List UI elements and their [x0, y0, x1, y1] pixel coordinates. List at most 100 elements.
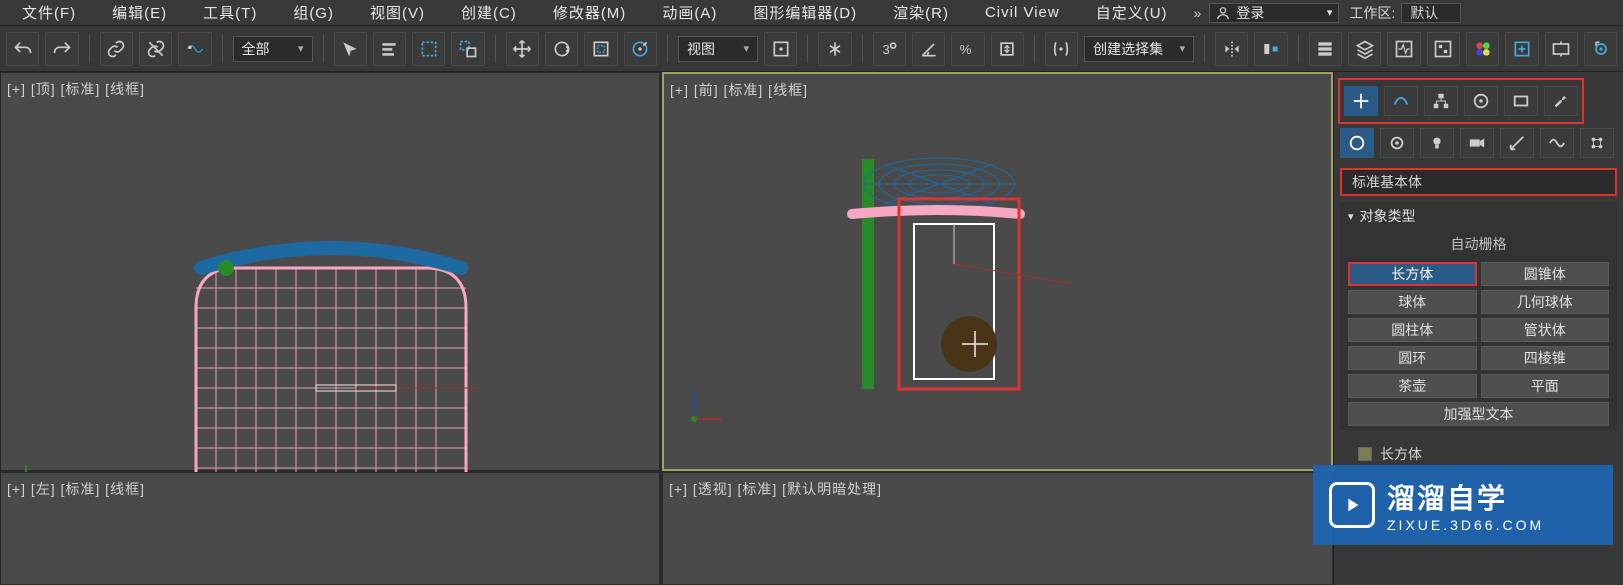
rotate-button[interactable]	[545, 32, 578, 66]
hierarchy-tab[interactable]	[1424, 86, 1458, 116]
menu-customize[interactable]: 自定义(U)	[1078, 0, 1186, 25]
object-type-rollout: 对象类型 自动栅格 长方体 圆锥体 球体 几何球体 圆柱体 管状体 圆环 四棱锥…	[1340, 202, 1617, 430]
watermark-subtitle: ZIXUE.3D66.COM	[1387, 517, 1544, 533]
create-tab[interactable]	[1344, 86, 1378, 116]
menu-more-icon[interactable]: »	[1186, 5, 1210, 21]
auto-grid-checkbox[interactable]: 自动栅格	[1340, 230, 1617, 258]
render-frame-button[interactable]	[1545, 32, 1578, 66]
spinner-snap-button[interactable]	[991, 32, 1024, 66]
viewport-left[interactable]: [+] [左] [标准] [线框]	[0, 472, 660, 585]
menu-create[interactable]: 创建(C)	[443, 0, 535, 25]
menu-tools[interactable]: 工具(T)	[185, 0, 275, 25]
manipulate-button[interactable]	[818, 32, 851, 66]
menu-graph[interactable]: 图形编辑器(D)	[735, 0, 875, 25]
box-button[interactable]: 长方体	[1348, 262, 1477, 286]
ref-coord-dropdown[interactable]: 视图	[678, 36, 758, 62]
region-rect-button[interactable]	[412, 32, 445, 66]
viewport-perspective[interactable]: [+] [透视] [标准] [默认明暗处理]	[662, 472, 1333, 585]
mirror-button[interactable]	[1215, 32, 1248, 66]
material-editor-button[interactable]	[1466, 32, 1499, 66]
render-setup-button[interactable]	[1505, 32, 1538, 66]
undo-button[interactable]	[6, 32, 39, 66]
watermark: 溜溜自学 ZIXUE.3D66.COM	[1313, 465, 1613, 545]
display-tab[interactable]	[1504, 86, 1538, 116]
torus-button[interactable]: 圆环	[1348, 346, 1477, 370]
link-button[interactable]	[100, 32, 133, 66]
cameras-category[interactable]	[1460, 128, 1494, 158]
teapot-button[interactable]: 茶壶	[1348, 374, 1477, 398]
sphere-button[interactable]: 球体	[1348, 290, 1477, 314]
lights-category[interactable]	[1420, 128, 1454, 158]
utilities-tab[interactable]	[1544, 86, 1578, 116]
menu-bar: 文件(F) 编辑(E) 工具(T) 组(G) 视图(V) 创建(C) 修改器(M…	[0, 0, 1623, 26]
spacewarps-category[interactable]	[1540, 128, 1574, 158]
schematic-view-button[interactable]	[1427, 32, 1460, 66]
layer-button[interactable]	[1348, 32, 1381, 66]
viewport-area: [+] [顶] [标准] [线框]	[0, 72, 1333, 585]
curve-editor-button[interactable]	[1387, 32, 1420, 66]
user-icon	[1216, 6, 1230, 20]
scale-button[interactable]	[584, 32, 617, 66]
modify-tab[interactable]	[1384, 86, 1418, 116]
textplus-button[interactable]: 加强型文本	[1348, 402, 1609, 426]
viewport-top[interactable]: [+] [顶] [标准] [线框]	[0, 72, 660, 471]
watermark-logo-icon	[1329, 482, 1375, 528]
percent-snap-button[interactable]: %	[951, 32, 984, 66]
tube-button[interactable]: 管状体	[1481, 318, 1610, 342]
pivot-button[interactable]	[764, 32, 797, 66]
viewport-top-scene	[1, 73, 661, 472]
unlink-button[interactable]	[139, 32, 172, 66]
window-crossing-button[interactable]	[451, 32, 484, 66]
selection-filter-dropdown[interactable]: 全部	[233, 36, 313, 62]
object-type-header[interactable]: 对象类型	[1340, 202, 1617, 230]
command-panel-tabs	[1342, 82, 1580, 120]
svg-text:%: %	[960, 42, 972, 57]
helpers-category[interactable]	[1500, 128, 1534, 158]
cylinder-button[interactable]: 圆柱体	[1348, 318, 1477, 342]
primitive-category-dropdown[interactable]: 标准基本体	[1340, 168, 1617, 196]
align-button[interactable]	[1254, 32, 1287, 66]
bind-spacewarp-button[interactable]	[178, 32, 211, 66]
named-selection-dropdown[interactable]: 创建选择集	[1084, 36, 1194, 62]
menu-modifiers[interactable]: 修改器(M)	[535, 0, 645, 25]
workspace: 工作区: 默认	[1339, 3, 1471, 23]
menu-animation[interactable]: 动画(A)	[644, 0, 735, 25]
placement-button[interactable]	[624, 32, 657, 66]
menu-render[interactable]: 渲染(R)	[875, 0, 967, 25]
render-button[interactable]	[1584, 32, 1617, 66]
snap-toggle-button[interactable]: 3	[873, 32, 906, 66]
menu-civil[interactable]: Civil View	[967, 0, 1078, 25]
viewport-front-scene	[664, 74, 1324, 469]
object-color-swatch[interactable]	[1358, 447, 1372, 461]
svg-text:3: 3	[883, 42, 890, 57]
name-and-color-row: 长方体	[1338, 436, 1619, 468]
edit-selection-set-button[interactable]	[1045, 32, 1078, 66]
select-object-button[interactable]	[334, 32, 367, 66]
viewport-front[interactable]: [+] [前] [标准] [线框]	[662, 72, 1333, 471]
workspace-label: 工作区:	[1349, 3, 1395, 23]
menu-group[interactable]: 组(G)	[275, 0, 352, 25]
layer-explorer-button[interactable]	[1309, 32, 1342, 66]
angle-snap-button[interactable]	[912, 32, 945, 66]
motion-tab[interactable]	[1464, 86, 1498, 116]
geosphere-button[interactable]: 几何球体	[1481, 290, 1610, 314]
login-button[interactable]: 登录 ▾	[1209, 3, 1339, 23]
menu-view[interactable]: 视图(V)	[352, 0, 443, 25]
pyramid-button[interactable]: 四棱锥	[1481, 346, 1610, 370]
workspace-dropdown[interactable]: 默认	[1401, 3, 1461, 23]
plane-button[interactable]: 平面	[1481, 374, 1610, 398]
menu-file[interactable]: 文件(F)	[4, 0, 94, 25]
move-button[interactable]	[506, 32, 539, 66]
viewport-persp-label: [+] [透视] [标准] [默认明暗处理]	[669, 479, 882, 499]
watermark-title: 溜溜自学	[1387, 477, 1544, 517]
object-type-grid: 长方体 圆锥体 球体 几何球体 圆柱体 管状体 圆环 四棱锥 茶壶 平面 加强型…	[1340, 258, 1617, 430]
geometry-category[interactable]	[1340, 128, 1374, 158]
cone-button[interactable]: 圆锥体	[1481, 262, 1610, 286]
redo-button[interactable]	[45, 32, 78, 66]
systems-category[interactable]	[1580, 128, 1614, 158]
menu-edit[interactable]: 编辑(E)	[94, 0, 185, 25]
object-name-value: 长方体	[1380, 444, 1422, 464]
main-toolbar: 全部 视图 3 % 创建选择集	[0, 26, 1623, 72]
shapes-category[interactable]	[1380, 128, 1414, 158]
select-by-name-button[interactable]	[373, 32, 406, 66]
